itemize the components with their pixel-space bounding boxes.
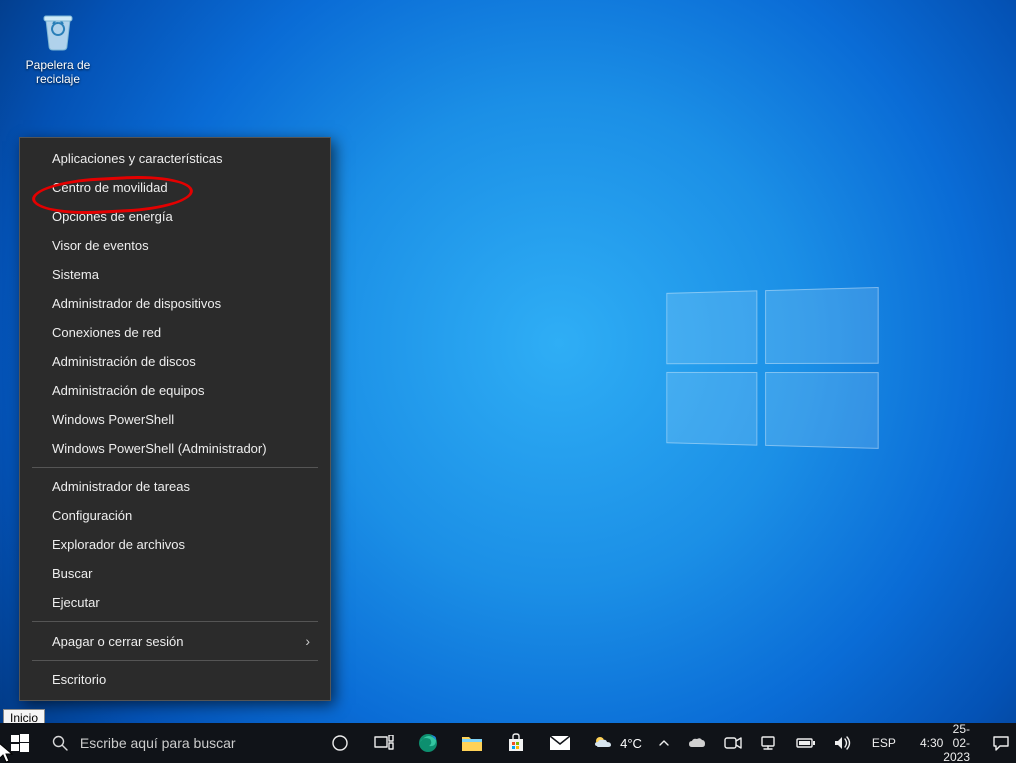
- tray-network[interactable]: [756, 723, 782, 763]
- clock-date: 25-02-2023: [943, 722, 970, 763]
- system-tray: ESP 4:30 25-02-2023: [652, 723, 1016, 763]
- taskbar-app-store[interactable]: [494, 723, 538, 763]
- context-menu-item-label: Escritorio: [52, 672, 106, 687]
- context-menu-item-label: Administrador de dispositivos: [52, 296, 221, 311]
- search-placeholder: Escribe aquí para buscar: [80, 735, 236, 751]
- context-menu-item[interactable]: Aplicaciones y características: [20, 144, 330, 173]
- weather-temp: 4°C: [620, 736, 642, 751]
- context-menu-item[interactable]: Conexiones de red: [20, 318, 330, 347]
- context-menu-item-label: Administrador de tareas: [52, 479, 190, 494]
- context-menu-item[interactable]: Configuración: [20, 501, 330, 530]
- context-menu-item[interactable]: Sistema: [20, 260, 330, 289]
- context-menu-item[interactable]: Administración de discos: [20, 347, 330, 376]
- tray-overflow-button[interactable]: [654, 723, 674, 763]
- context-menu-item-label: Windows PowerShell (Administrador): [52, 441, 267, 456]
- context-menu-item-label: Administración de equipos: [52, 383, 204, 398]
- taskbar-pinned-apps: [318, 723, 582, 763]
- clock-time: 4:30: [920, 736, 943, 750]
- context-menu-item[interactable]: Ejecutar: [20, 588, 330, 617]
- context-menu-item-label: Sistema: [52, 267, 99, 282]
- taskbar-app-edge[interactable]: [406, 723, 450, 763]
- context-menu-item-label: Buscar: [52, 566, 92, 581]
- context-menu-item-label: Centro de movilidad: [52, 180, 168, 195]
- battery-icon: [796, 737, 816, 749]
- windows-logo-wallpaper: [666, 287, 882, 453]
- context-menu-item[interactable]: Windows PowerShell: [20, 405, 330, 434]
- context-menu-item-label: Configuración: [52, 508, 132, 523]
- context-menu-item-label: Opciones de energía: [52, 209, 173, 224]
- recycle-bin-icon: [34, 6, 82, 54]
- desktop-icon-label: Papelera de reciclaje: [18, 58, 98, 86]
- context-menu-item[interactable]: Administrador de dispositivos: [20, 289, 330, 318]
- volume-icon: [834, 736, 852, 750]
- context-menu-separator: [32, 621, 318, 622]
- context-menu-item-label: Apagar o cerrar sesión: [52, 634, 184, 649]
- context-menu-item-label: Ejecutar: [52, 595, 100, 610]
- action-center-icon: [992, 735, 1010, 751]
- start-context-menu: Aplicaciones y características Centro de …: [19, 137, 331, 701]
- desktop-icon-recycle-bin[interactable]: Papelera de reciclaje: [18, 6, 98, 86]
- tray-battery[interactable]: [792, 723, 820, 763]
- context-menu-item[interactable]: Administración de equipos: [20, 376, 330, 405]
- taskbar-app-explorer[interactable]: [450, 723, 494, 763]
- edge-icon: [417, 732, 439, 754]
- taskbar-app-mail[interactable]: [538, 723, 582, 763]
- chevron-up-icon: [658, 737, 670, 749]
- cortana-button[interactable]: [318, 723, 362, 763]
- context-menu-item[interactable]: Buscar: [20, 559, 330, 588]
- cortana-icon: [331, 734, 349, 752]
- task-view-button[interactable]: [362, 723, 406, 763]
- search-icon: [52, 735, 68, 751]
- context-menu-item[interactable]: Windows PowerShell (Administrador): [20, 434, 330, 463]
- tray-language[interactable]: ESP: [866, 723, 902, 763]
- camera-icon: [724, 736, 742, 750]
- context-menu-item[interactable]: Apagar o cerrar sesión ›: [20, 626, 330, 656]
- tray-action-center[interactable]: [988, 723, 1014, 763]
- desktop[interactable]: Papelera de reciclaje Aplicaciones y car…: [0, 0, 1016, 763]
- context-menu-item[interactable]: Opciones de energía: [20, 202, 330, 231]
- weather-icon: [592, 734, 614, 752]
- context-menu-item[interactable]: Centro de movilidad: [20, 173, 330, 202]
- context-menu-item-label: Aplicaciones y características: [52, 151, 223, 166]
- tray-clock[interactable]: 4:30 25-02-2023: [912, 723, 978, 763]
- context-menu-item[interactable]: Escritorio: [20, 665, 330, 694]
- context-menu-item[interactable]: Administrador de tareas: [20, 472, 330, 501]
- tray-volume[interactable]: [830, 723, 856, 763]
- context-menu-item-label: Visor de eventos: [52, 238, 149, 253]
- onedrive-icon: [688, 736, 706, 750]
- taskbar-search[interactable]: Escribe aquí para buscar: [40, 723, 318, 763]
- task-view-icon: [374, 735, 394, 751]
- context-menu-separator: [32, 660, 318, 661]
- context-menu-item[interactable]: Explorador de archivos: [20, 530, 330, 559]
- file-explorer-icon: [461, 733, 483, 753]
- mouse-cursor-icon: [0, 742, 16, 763]
- taskbar: Escribe aquí para buscar: [0, 723, 1016, 763]
- network-icon: [760, 736, 778, 750]
- tray-onedrive[interactable]: [684, 723, 710, 763]
- context-menu-item-label: Conexiones de red: [52, 325, 161, 340]
- context-menu-item-label: Windows PowerShell: [52, 412, 174, 427]
- context-menu-item[interactable]: Visor de eventos: [20, 231, 330, 260]
- context-menu-item-label: Administración de discos: [52, 354, 196, 369]
- tray-meet-now[interactable]: [720, 723, 746, 763]
- store-icon: [506, 733, 526, 753]
- context-menu-separator: [32, 467, 318, 468]
- mail-icon: [549, 735, 571, 751]
- taskbar-weather[interactable]: 4°C: [582, 723, 652, 763]
- chevron-right-icon: ›: [305, 633, 310, 649]
- context-menu-item-label: Explorador de archivos: [52, 537, 185, 552]
